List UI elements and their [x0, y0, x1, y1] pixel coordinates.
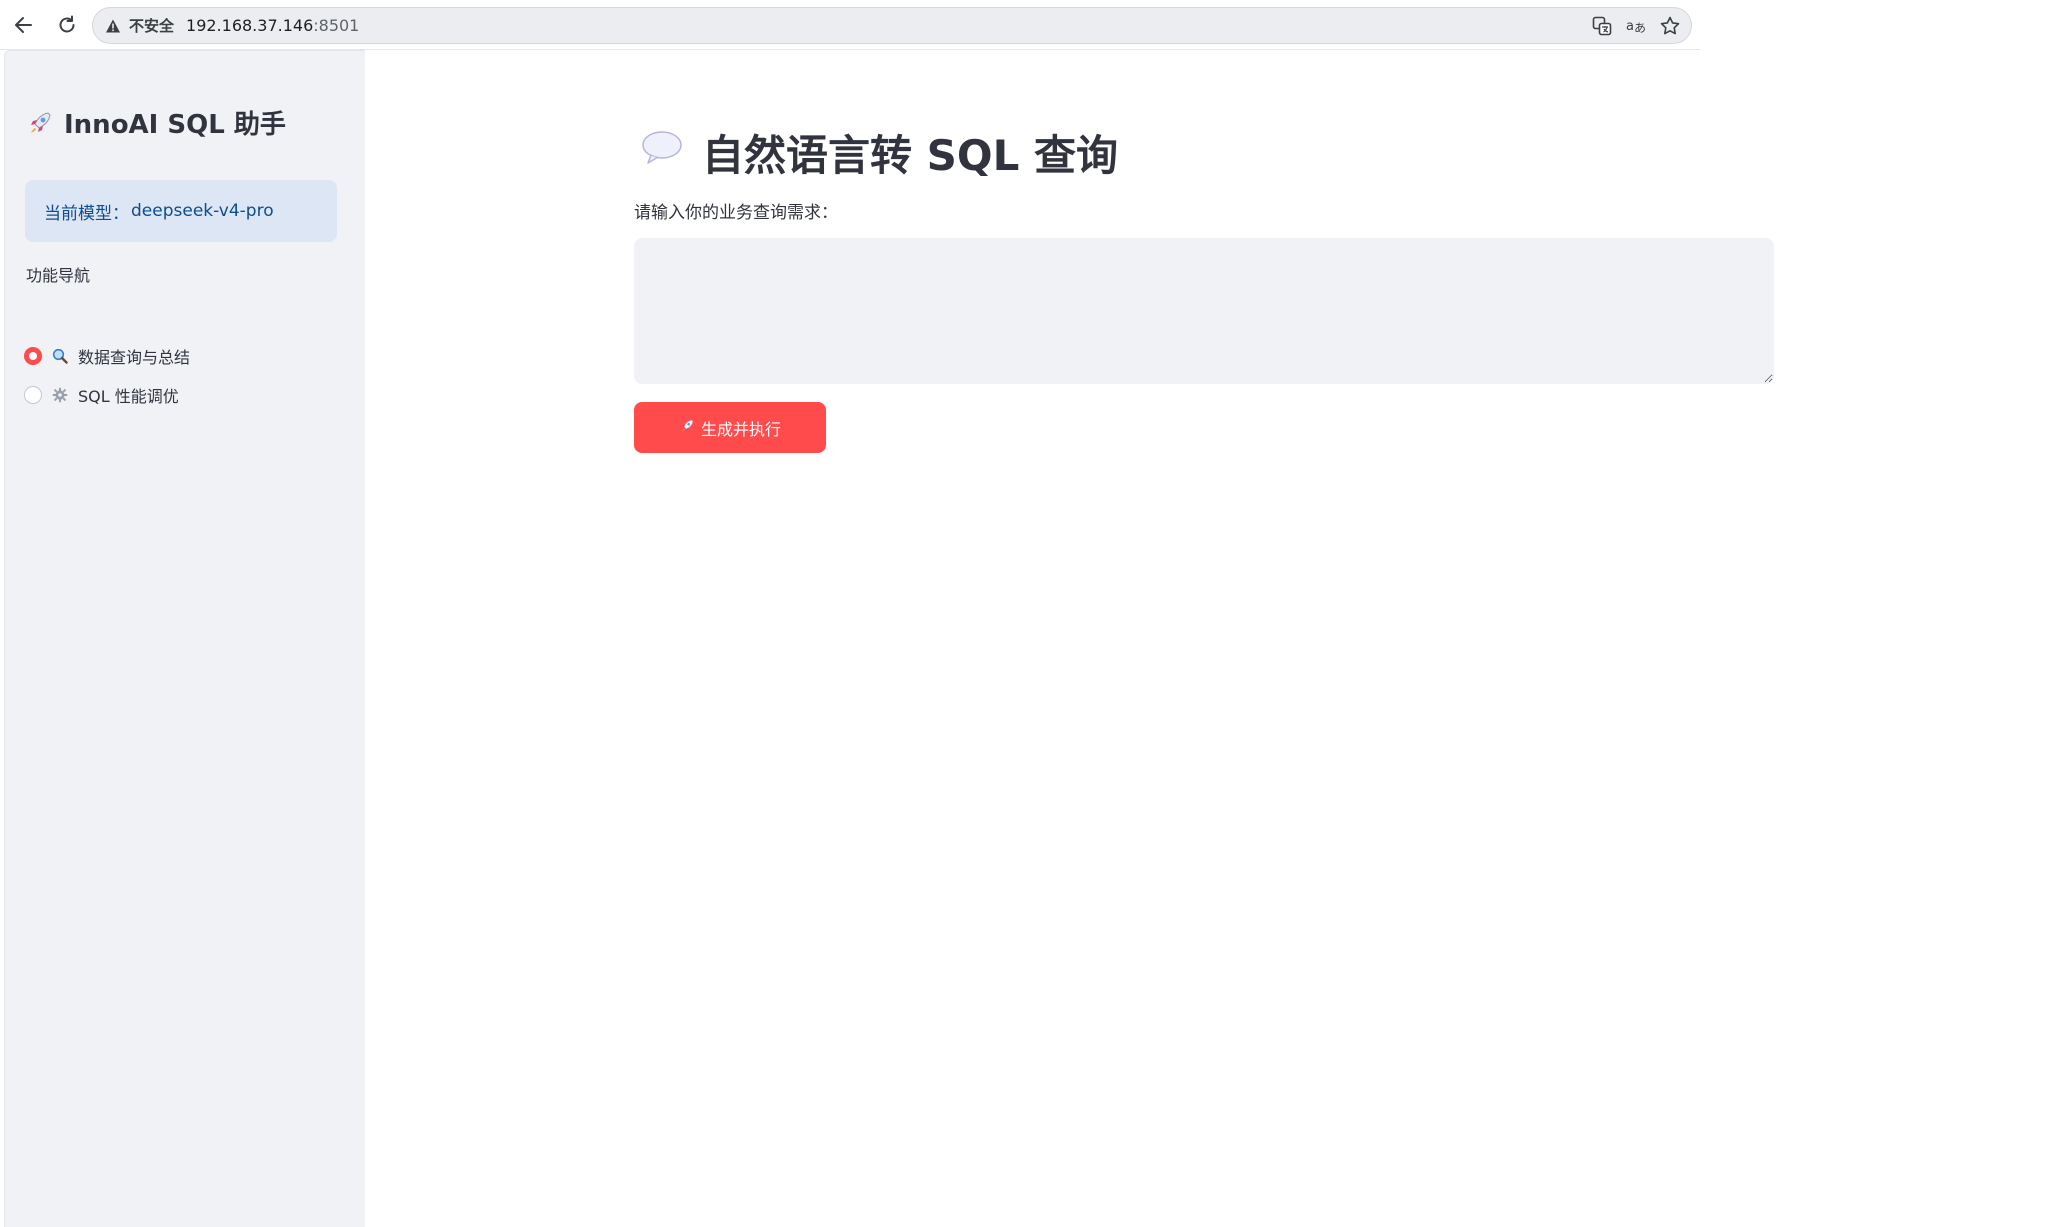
nav-option-sql-tuning[interactable]: SQL 性能调优	[24, 383, 179, 407]
url-port: :8501	[313, 16, 360, 35]
radio-button[interactable]	[24, 386, 42, 404]
current-model-label: 当前模型：	[44, 203, 129, 224]
sidebar-title: InnoAI SQL 助手	[26, 104, 286, 141]
nav-option-label: SQL 性能调优	[78, 387, 179, 406]
speech-bubble-icon	[640, 128, 684, 178]
url-text[interactable]: 192.168.37.146:8501	[186, 16, 359, 35]
rocket-icon	[679, 418, 695, 438]
nav-option-label: 数据查询与总结	[78, 348, 191, 367]
generate-and-execute-button[interactable]: 生成并执行	[634, 402, 826, 453]
svg-text:あ: あ	[1634, 21, 1646, 35]
url-host: 192.168.37.146	[186, 16, 314, 35]
gear-icon	[52, 387, 68, 403]
rocket-icon	[26, 109, 54, 137]
current-model-box: 当前模型： deepseek-v4-pro	[25, 180, 337, 242]
query-input-label: 请输入你的业务查询需求：	[634, 203, 838, 223]
warning-icon[interactable]	[103, 16, 123, 36]
nav-option-data-query[interactable]: 数据查询与总结	[24, 344, 190, 368]
address-bar[interactable]: 不安全 192.168.37.146:8501 aあ	[92, 7, 1692, 44]
radio-button-selected[interactable]	[24, 347, 42, 365]
sidebar-title-text: InnoAI SQL 助手	[64, 110, 286, 140]
current-model-name: deepseek-v4-pro	[131, 201, 274, 221]
translate-icon[interactable]	[1589, 13, 1615, 39]
page-title-text: 自然语言转 SQL 查询	[702, 131, 1118, 180]
security-status-label[interactable]: 不安全	[129, 15, 174, 36]
nav-heading: 功能导航	[26, 266, 91, 285]
bookmark-star-icon[interactable]	[1657, 13, 1683, 39]
magnifier-icon	[52, 348, 68, 364]
svg-text:a: a	[1626, 19, 1634, 34]
page-title: 自然语言转 SQL 查询	[640, 122, 1118, 183]
back-icon[interactable]	[10, 12, 36, 38]
run-button-label: 生成并执行	[700, 419, 781, 439]
reload-icon[interactable]	[54, 12, 80, 38]
query-textarea[interactable]	[634, 238, 1774, 384]
browser-toolbar: 不安全 192.168.37.146:8501 aあ	[0, 0, 2046, 50]
read-aloud-icon[interactable]: aあ	[1623, 13, 1649, 39]
